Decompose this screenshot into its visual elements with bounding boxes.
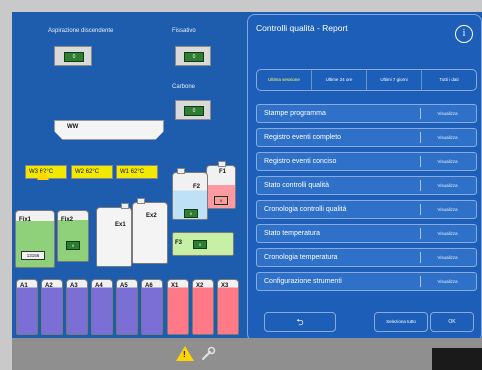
reagent-label: X1 bbox=[171, 283, 179, 289]
reagent-bottle[interactable]: A4 bbox=[91, 279, 113, 335]
select-all-button[interactable]: Seleziona tutto bbox=[374, 312, 428, 332]
wax-station-w2[interactable]: W2 62°C bbox=[71, 165, 113, 179]
flask-f2-label: F2 bbox=[193, 184, 201, 190]
report-row[interactable]: Stato temperatura Visualizza bbox=[256, 224, 477, 243]
ex2-bottle[interactable]: Ex2 bbox=[132, 198, 168, 264]
wrench-icon[interactable] bbox=[200, 346, 216, 362]
back-button[interactable]: ⮌ bbox=[264, 312, 336, 332]
reagent-label: A2 bbox=[45, 283, 53, 289]
aspiration-filter[interactable]: 0 bbox=[54, 46, 92, 66]
qc-report-panel: Controlli qualità - Report i Ultima sess… bbox=[247, 14, 482, 338]
status-bar: ! bbox=[12, 338, 482, 370]
flask-f3-tag: 0 bbox=[193, 240, 207, 249]
reagent-bottle[interactable]: A3 bbox=[66, 279, 88, 335]
flask-f1-label: F1 bbox=[219, 169, 227, 175]
warning-icon-mark: ! bbox=[183, 350, 186, 359]
report-row-label: Configurazione strumenti bbox=[264, 278, 342, 285]
wax-bath[interactable]: WW bbox=[54, 120, 164, 140]
ok-button[interactable]: OK bbox=[430, 312, 474, 332]
carbon-filter[interactable]: 0 bbox=[175, 100, 211, 120]
fixative-label: Fissativo bbox=[172, 28, 196, 34]
reagent-bottle[interactable]: A1 bbox=[16, 279, 38, 335]
flask-f2[interactable]: F2 0 bbox=[172, 168, 208, 220]
fix2-tag: 0 bbox=[66, 241, 80, 250]
period-tabs: Ultima sessione Ultime 24 ore Ultimi 7 g… bbox=[256, 69, 477, 91]
report-row[interactable]: Configurazione strumenti Visualizza bbox=[256, 272, 477, 291]
reagent-label: X3 bbox=[221, 283, 229, 289]
report-row-label: Cronologia temperatura bbox=[264, 254, 338, 261]
report-row[interactable]: Registro eventi completo Visualizza bbox=[256, 128, 477, 147]
fix1-bottle[interactable]: Fix1 13156 bbox=[15, 210, 55, 268]
flask-f1-tag: 0 bbox=[214, 196, 228, 205]
report-row-label: Registro eventi completo bbox=[264, 134, 342, 141]
view-button[interactable]: Visualizza bbox=[419, 153, 476, 170]
fix1-label: Fix1 bbox=[19, 217, 32, 223]
view-button[interactable]: Visualizza bbox=[419, 249, 476, 266]
panel-title: Controlli qualità - Report bbox=[256, 23, 348, 33]
reagent-label: A1 bbox=[20, 283, 28, 289]
wax-station-w1[interactable]: W1 62°C bbox=[116, 165, 158, 179]
fixative-filter[interactable]: 0 bbox=[175, 46, 211, 66]
reagent-label: X2 bbox=[196, 283, 204, 289]
view-button[interactable]: Visualizza bbox=[419, 225, 476, 242]
status-bar-corner bbox=[432, 348, 482, 370]
tab-ultimi-7-giorni[interactable]: Ultimi 7 giorni bbox=[366, 70, 421, 90]
ex2-label: Ex2 bbox=[146, 213, 157, 219]
report-row-label: Registro eventi conciso bbox=[264, 158, 337, 165]
aspiration-label: Aspirazione discendente bbox=[48, 28, 114, 34]
warning-icon bbox=[37, 170, 49, 180]
report-row[interactable]: Registro eventi conciso Visualizza bbox=[256, 152, 477, 171]
flask-f1[interactable]: F1 0 bbox=[206, 161, 236, 209]
tab-ultime-24-ore[interactable]: Ultime 24 ore bbox=[311, 70, 366, 90]
flask-f3[interactable]: F3 0 bbox=[172, 232, 234, 256]
reagent-bottle[interactable]: X2 bbox=[192, 279, 214, 335]
back-icon: ⮌ bbox=[296, 317, 304, 327]
view-button[interactable]: Visualizza bbox=[419, 105, 476, 122]
instrument-screen: Aspirazione discendente 0 Fissativo 0 Ca… bbox=[12, 12, 482, 338]
wax-station-w2-label: W2 62°C bbox=[75, 169, 100, 175]
report-row-label: Stato temperatura bbox=[264, 230, 321, 237]
view-button[interactable]: Visualizza bbox=[419, 273, 476, 290]
report-row[interactable]: Stato controlli qualità Visualizza bbox=[256, 176, 477, 195]
report-row[interactable]: Cronologia controlli qualità Visualizza bbox=[256, 200, 477, 219]
reagent-label: A6 bbox=[145, 283, 153, 289]
report-row[interactable]: Cronologia temperatura Visualizza bbox=[256, 248, 477, 267]
aspiration-filter-value: 0 bbox=[72, 54, 76, 60]
flask-f2-tag: 0 bbox=[184, 209, 198, 218]
report-row-label: Cronologia controlli qualità bbox=[264, 206, 347, 213]
fix2-label: Fix2 bbox=[61, 217, 74, 223]
view-button[interactable]: Visualizza bbox=[419, 201, 476, 218]
flask-f3-label: F3 bbox=[175, 240, 183, 246]
report-row-label: Stampe programma bbox=[264, 110, 326, 117]
fixative-filter-value: 0 bbox=[192, 54, 196, 60]
reagent-bottle[interactable]: A6 bbox=[141, 279, 163, 335]
reagent-bottle[interactable]: X1 bbox=[167, 279, 189, 335]
carbon-label: Carbone bbox=[172, 84, 196, 90]
fix1-counter: 13156 bbox=[21, 251, 45, 260]
wax-station-w1-label: W1 62°C bbox=[120, 169, 145, 175]
report-row-label: Stato controlli qualità bbox=[264, 182, 329, 189]
ex1-label: Ex1 bbox=[115, 222, 126, 228]
reagent-bottle[interactable]: A5 bbox=[116, 279, 138, 335]
view-button[interactable]: Visualizza bbox=[419, 129, 476, 146]
reagent-bottle[interactable]: A2 bbox=[41, 279, 63, 335]
carbon-filter-value: 0 bbox=[192, 108, 196, 114]
reagent-label: A5 bbox=[120, 283, 128, 289]
fix2-bottle[interactable]: Fix2 0 bbox=[57, 210, 89, 262]
tab-ultima-sessione[interactable]: Ultima sessione bbox=[257, 70, 311, 90]
info-icon[interactable]: i bbox=[455, 25, 473, 43]
tab-tutti-i-dati[interactable]: Tutti i dati bbox=[421, 70, 476, 90]
report-row[interactable]: Stampe programma Visualizza bbox=[256, 104, 477, 123]
wax-bath-label: WW bbox=[67, 124, 79, 130]
reagent-bottle[interactable]: X3 bbox=[217, 279, 239, 335]
ex1-bottle[interactable]: Ex1 bbox=[96, 203, 132, 267]
reagent-label: A3 bbox=[70, 283, 78, 289]
view-button[interactable]: Visualizza bbox=[419, 177, 476, 194]
reagent-label: A4 bbox=[95, 283, 103, 289]
